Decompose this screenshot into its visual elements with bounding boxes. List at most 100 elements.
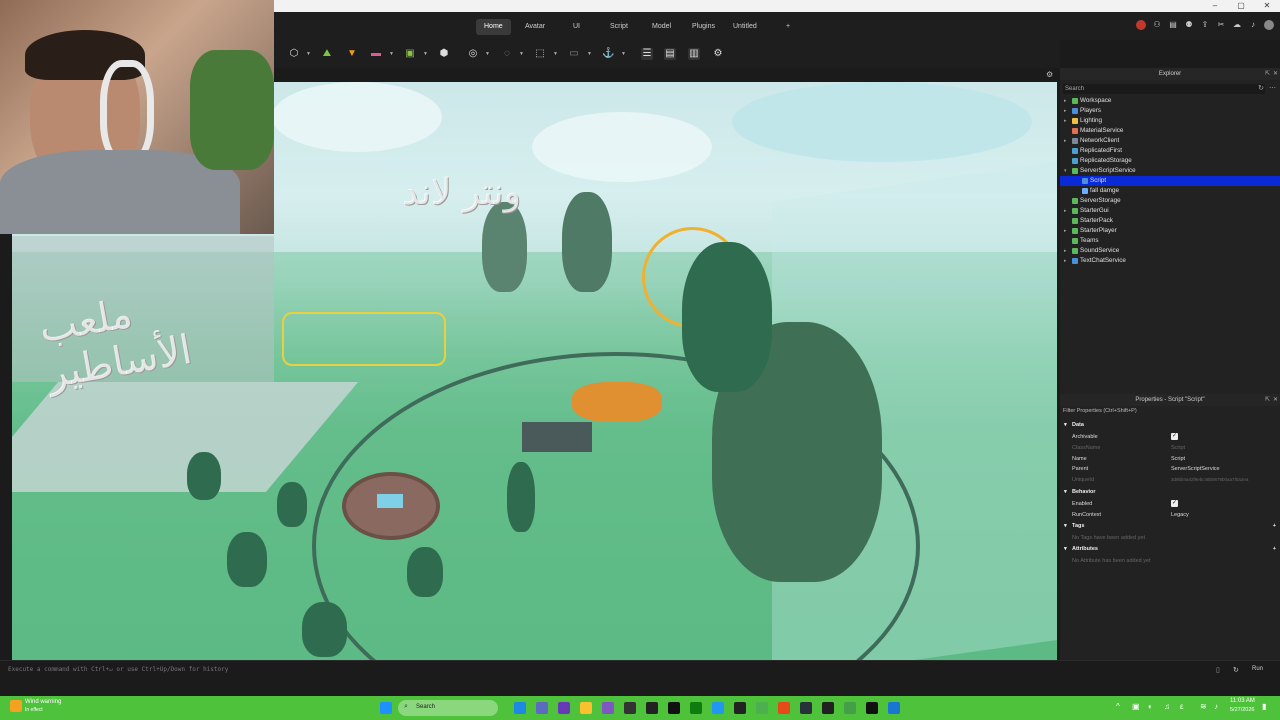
- anchor-dropdown-icon[interactable]: ▼: [621, 51, 626, 57]
- add-attribute-icon[interactable]: +: [1273, 544, 1276, 554]
- record-icon[interactable]: [1136, 20, 1146, 30]
- tab-ui[interactable]: UI: [565, 19, 588, 35]
- explorer-item[interactable]: ReplicatedStorage: [1060, 156, 1280, 166]
- explorer-item[interactable]: Script: [1060, 176, 1280, 186]
- obs-icon[interactable]: [734, 702, 746, 714]
- tab-model[interactable]: Model: [644, 19, 679, 35]
- panel-pin-icon[interactable]: ⇱: [1265, 70, 1270, 77]
- clock-date[interactable]: 5/27/2026: [1230, 707, 1254, 713]
- lock-icon[interactable]: ▭: [568, 48, 580, 60]
- pivot-icon[interactable]: ◎: [467, 48, 479, 60]
- effects-icon[interactable]: ◌: [501, 48, 513, 60]
- maximize-button[interactable]: ▢: [1228, 0, 1254, 12]
- run-button[interactable]: Run: [1252, 666, 1263, 672]
- chevron-right-icon[interactable]: ▸: [1064, 116, 1067, 126]
- roblox-icon[interactable]: [866, 702, 878, 714]
- explorer-item[interactable]: ▾ ServerScriptService: [1060, 166, 1280, 176]
- explorer-item[interactable]: ▸ StarterGui: [1060, 206, 1280, 216]
- wifi-icon[interactable]: ≋: [1200, 702, 1207, 711]
- viewport-settings-icon[interactable]: ⚙: [1046, 70, 1053, 79]
- taskbar-search[interactable]: ⌕ Search: [398, 700, 498, 716]
- panel-close-icon[interactable]: ✕: [1273, 396, 1278, 403]
- panel-pin-icon[interactable]: ⇱: [1265, 396, 1270, 403]
- section-tags[interactable]: ▾ Tags +: [1060, 521, 1280, 531]
- more-icon[interactable]: ⋯: [1269, 84, 1276, 92]
- explorer-item[interactable]: ▸ NetworkClient: [1060, 136, 1280, 146]
- explorer-item[interactable]: ▸ Players: [1060, 106, 1280, 116]
- app-icon[interactable]: [668, 702, 680, 714]
- enabled-checkbox[interactable]: ✓: [1171, 500, 1178, 507]
- brave-icon[interactable]: [778, 702, 790, 714]
- chat-icon[interactable]: ▤: [1168, 20, 1178, 30]
- volume-icon[interactable]: ♪: [1214, 702, 1218, 711]
- name-field[interactable]: Script: [1171, 454, 1185, 464]
- explorer-item[interactable]: MaterialService: [1060, 126, 1280, 136]
- tab-avatar[interactable]: Avatar: [517, 19, 553, 35]
- chevron-down-icon[interactable]: ▾: [1064, 166, 1067, 176]
- model-icon[interactable]: ⬢: [438, 48, 450, 60]
- app-icon[interactable]: [558, 702, 570, 714]
- tools-icon[interactable]: ✂: [1216, 20, 1226, 30]
- team-icon[interactable]: ⚉: [1184, 20, 1194, 30]
- explorer-item[interactable]: ▸ SoundService: [1060, 246, 1280, 256]
- color-dropdown-icon[interactable]: ▼: [389, 51, 394, 57]
- add-tab-button[interactable]: +: [778, 19, 798, 35]
- chevron-right-icon[interactable]: ▸: [1064, 256, 1067, 266]
- section-data[interactable]: ▾ Data: [1060, 420, 1280, 430]
- explorer-item[interactable]: ▸ Workspace: [1060, 96, 1280, 106]
- close-button[interactable]: ✕: [1254, 0, 1280, 12]
- minimize-button[interactable]: –: [1202, 0, 1228, 12]
- explorer-item[interactable]: StarterPack: [1060, 216, 1280, 226]
- bell-icon[interactable]: ♪: [1248, 20, 1258, 30]
- roblox-studio-icon[interactable]: [888, 702, 900, 714]
- effects-dropdown-icon[interactable]: ▼: [519, 51, 524, 57]
- archivable-checkbox[interactable]: ✓: [1171, 433, 1178, 440]
- user-icon[interactable]: ⚇: [1152, 20, 1162, 30]
- tab-untitled[interactable]: Untitled: [725, 19, 765, 35]
- avatar[interactable]: [1264, 20, 1274, 30]
- settings-icon[interactable]: ⚙: [712, 48, 724, 60]
- app-icon[interactable]: [624, 702, 636, 714]
- group-dropdown-icon[interactable]: ▼: [423, 51, 428, 57]
- tray-chevron-icon[interactable]: ^: [1116, 702, 1120, 711]
- runcontext-dropdown[interactable]: Legacy: [1171, 510, 1189, 520]
- discord-icon[interactable]: [602, 702, 614, 714]
- app-icon[interactable]: [844, 702, 856, 714]
- section-behavior[interactable]: ▾ Behavior: [1060, 487, 1280, 497]
- section-attributes[interactable]: ▾ Attributes +: [1060, 544, 1280, 554]
- history-icon[interactable]: ↻: [1233, 666, 1239, 674]
- tab-plugins[interactable]: Plugins: [684, 19, 723, 35]
- cloud-icon[interactable]: ☁: [1232, 20, 1242, 30]
- anchor-icon[interactable]: ⚓: [602, 48, 614, 60]
- bookmark-icon[interactable]: ▯: [1216, 666, 1220, 674]
- chevron-right-icon[interactable]: ▸: [1064, 206, 1067, 216]
- explorer-item[interactable]: fall damge: [1060, 186, 1280, 196]
- toolbox-icon[interactable]: ▥: [688, 48, 700, 60]
- command-input[interactable]: Execute a command with Ctrl+↵ or use Ctr…: [8, 666, 228, 673]
- group-icon[interactable]: ▣: [404, 48, 416, 60]
- app-icon[interactable]: [536, 702, 548, 714]
- tray-app-icon[interactable]: ▣: [1132, 702, 1140, 711]
- color-icon[interactable]: ▬: [370, 48, 382, 60]
- pivot-dropdown-icon[interactable]: ▼: [485, 51, 490, 57]
- part-icon[interactable]: ⬡: [288, 48, 300, 60]
- chrome-icon[interactable]: [756, 702, 768, 714]
- history-icon[interactable]: ↻: [1258, 84, 1264, 92]
- parent-field[interactable]: ServerScriptService: [1171, 464, 1220, 474]
- app-icon[interactable]: [646, 702, 658, 714]
- explorer-item[interactable]: ▸ Lighting: [1060, 116, 1280, 126]
- chevron-right-icon[interactable]: ▸: [1064, 106, 1067, 116]
- tab-script[interactable]: Script: [602, 19, 636, 35]
- edge-icon[interactable]: [514, 702, 526, 714]
- panel-close-icon[interactable]: ✕: [1273, 70, 1278, 77]
- xbox-icon[interactable]: [690, 702, 702, 714]
- properties-filter-input[interactable]: Filter Properties (Ctrl+Shift+P): [1063, 406, 1137, 416]
- material-icon[interactable]: ▼: [346, 48, 358, 60]
- explorer-toggle-icon[interactable]: ☰: [641, 48, 653, 60]
- notification-icon[interactable]: ▮: [1262, 702, 1266, 711]
- lock-dropdown-icon[interactable]: ▼: [587, 51, 592, 57]
- weather-warning-icon[interactable]: [10, 700, 22, 712]
- chevron-right-icon[interactable]: ▸: [1064, 136, 1067, 146]
- clock-time[interactable]: 11:03 AM: [1230, 698, 1255, 704]
- select-dropdown-icon[interactable]: ▼: [553, 51, 558, 57]
